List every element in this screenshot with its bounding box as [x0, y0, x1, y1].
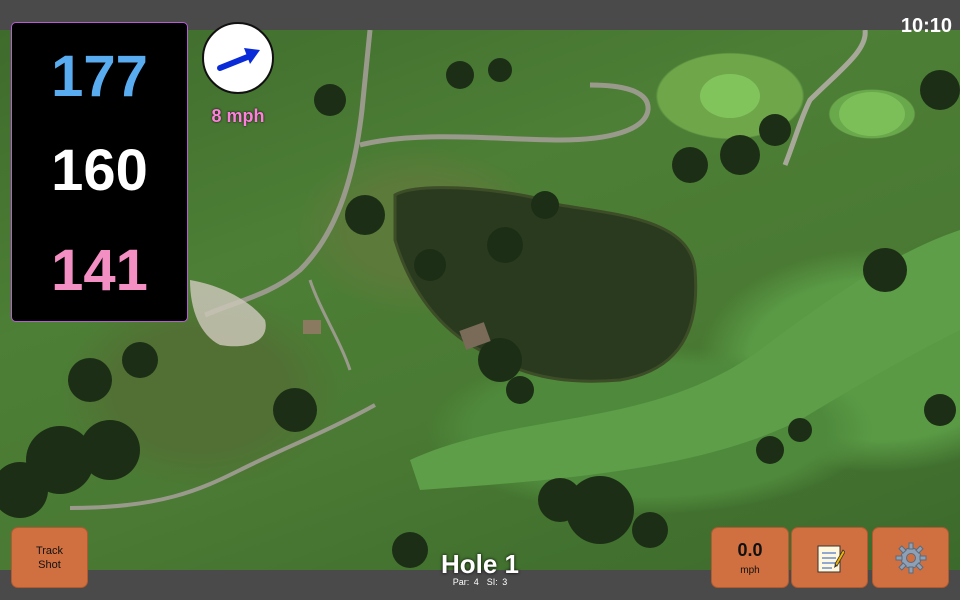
clock-time: 10:10: [900, 15, 952, 37]
yardage-panel: 177 160 141: [11, 22, 188, 322]
speed-button[interactable]: 0.0 mph: [712, 528, 788, 587]
wind-direction-arrow-icon: [217, 48, 260, 71]
wind-speed: 8 mph: [211, 106, 265, 126]
cart-path: [359, 82, 651, 148]
notes-button[interactable]: [792, 528, 867, 587]
speed-value: 0.0: [737, 539, 763, 560]
gear-icon: [895, 542, 926, 573]
hole-title: Hole 1: [440, 549, 520, 579]
track-shot-button[interactable]: Track Shot: [12, 528, 87, 587]
notepad-icon: [817, 545, 845, 572]
hole-info: Par: 4 SI: 3: [380, 577, 580, 587]
hole-par: Par: 4: [452, 577, 479, 587]
green-right: [839, 92, 905, 136]
green-left: [700, 74, 760, 118]
wind-indicator: [202, 22, 274, 94]
center-yardage: 160: [51, 138, 148, 203]
settings-button[interactable]: [873, 528, 948, 587]
hole-stroke-index: SI: 3: [486, 577, 508, 587]
track-shot-label: Track Shot: [35, 544, 64, 571]
shed: [303, 320, 321, 334]
speed-unit: mph: [740, 564, 760, 576]
bare-area: [190, 280, 266, 347]
front-yardage: 141: [51, 238, 148, 303]
back-yardage: 177: [51, 44, 148, 109]
